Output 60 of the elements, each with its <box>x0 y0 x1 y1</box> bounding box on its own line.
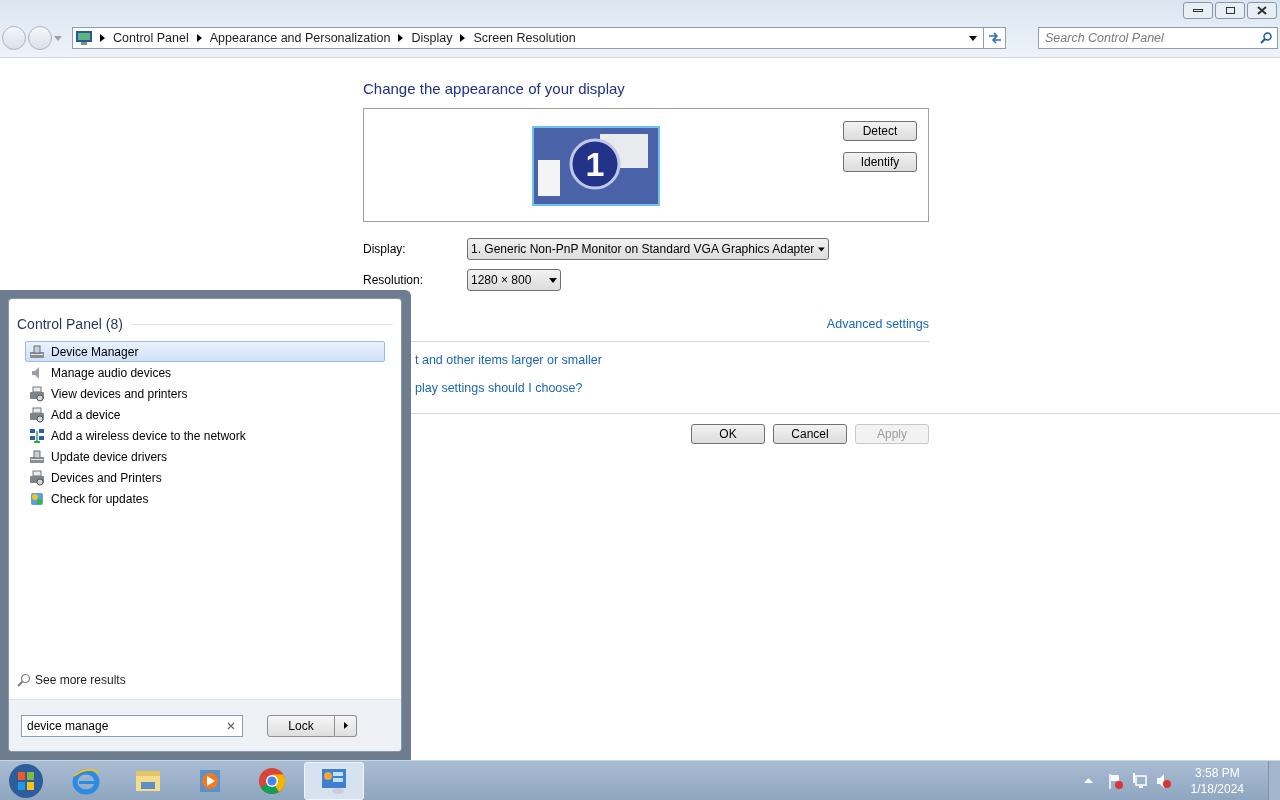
clear-icon[interactable] <box>227 721 235 730</box>
field-label: Resolution: <box>363 272 425 289</box>
search-field[interactable]: Search Control Panel <box>1038 27 1278 49</box>
dropdown[interactable]: 1280 × 800 <box>467 269 561 291</box>
button[interactable]: Cancel <box>773 424 847 445</box>
dropdown-arrow-icon[interactable] <box>969 35 977 41</box>
page-heading: Change the appearance of your display <box>363 79 626 99</box>
see-more-results-link[interactable]: See more results <box>35 671 126 689</box>
chrome-icon <box>257 765 287 796</box>
update-icon <box>29 490 45 507</box>
device-icon <box>29 448 45 465</box>
refresh-icon <box>987 32 1002 44</box>
field-label: Display: <box>363 241 407 258</box>
breadcrumb-item[interactable]: Control Panel <box>113 28 189 48</box>
printer-icon <box>29 406 45 423</box>
restore-button[interactable] <box>1215 2 1245 19</box>
power-options-button[interactable] <box>335 714 357 737</box>
button[interactable]: Identify <box>843 152 917 172</box>
help-link[interactable]: t and other items larger or smaller <box>415 350 602 370</box>
search-icon[interactable] <box>1260 32 1272 44</box>
breadcrumb-item[interactable]: Display <box>411 28 453 48</box>
network-icon <box>29 427 45 444</box>
printer-icon <box>29 469 45 486</box>
printer-icon <box>29 385 45 402</box>
flag-icon[interactable] <box>1106 771 1125 790</box>
chevron-right-icon[interactable] <box>398 34 404 42</box>
arrow-right-icon <box>343 722 348 729</box>
search-result[interactable]: Update device drivers <box>25 446 385 467</box>
minimize-button[interactable] <box>1183 2 1213 19</box>
help-link[interactable]: play settings should I choose? <box>415 378 583 398</box>
search-result[interactable]: Add a device <box>25 404 385 425</box>
monitor-drawing[interactable]: 1 <box>532 126 660 206</box>
dropdown-arrow-icon <box>818 246 825 252</box>
search-result[interactable]: Add a wireless device to the network <box>25 425 385 446</box>
search-field[interactable]: device manage <box>21 714 243 737</box>
breadcrumb-item[interactable]: Screen Resolution <box>473 28 576 48</box>
search-result[interactable]: Device Manager <box>25 341 385 362</box>
chevron-right-icon[interactable] <box>460 34 466 42</box>
taskbar-button[interactable] <box>304 761 364 800</box>
lock-button[interactable]: Lock <box>267 714 335 737</box>
button[interactable]: Detect <box>843 121 917 141</box>
group-heading: Control Panel (8) <box>17 315 123 334</box>
search-result[interactable]: Devices and Printers <box>25 467 385 488</box>
search-icon <box>17 673 31 687</box>
button[interactable]: OK <box>691 424 765 445</box>
dropdown-arrow-icon <box>549 277 557 283</box>
search-result[interactable]: View devices and printers <box>25 383 385 404</box>
search-result[interactable]: Check for updates <box>25 488 385 509</box>
monitor-number: 1 <box>585 145 605 183</box>
advanced-settings-link[interactable]: Advanced settings <box>826 315 929 334</box>
device-icon <box>29 343 45 360</box>
dropdown[interactable]: 1. Generic Non-PnP Monitor on Standard VGA Graphics Adapter <box>467 238 829 260</box>
chevron-right-icon[interactable] <box>100 34 105 42</box>
close-button[interactable] <box>1247 2 1277 19</box>
start-button[interactable] <box>8 762 44 799</box>
breadcrumb-item[interactable]: Appearance and Personalization <box>209 28 391 48</box>
close-icon <box>1257 6 1267 15</box>
monitor-icon <box>76 31 92 45</box>
chevron-right-icon[interactable] <box>196 34 202 42</box>
search-result[interactable]: Manage audio devices <box>25 362 385 383</box>
